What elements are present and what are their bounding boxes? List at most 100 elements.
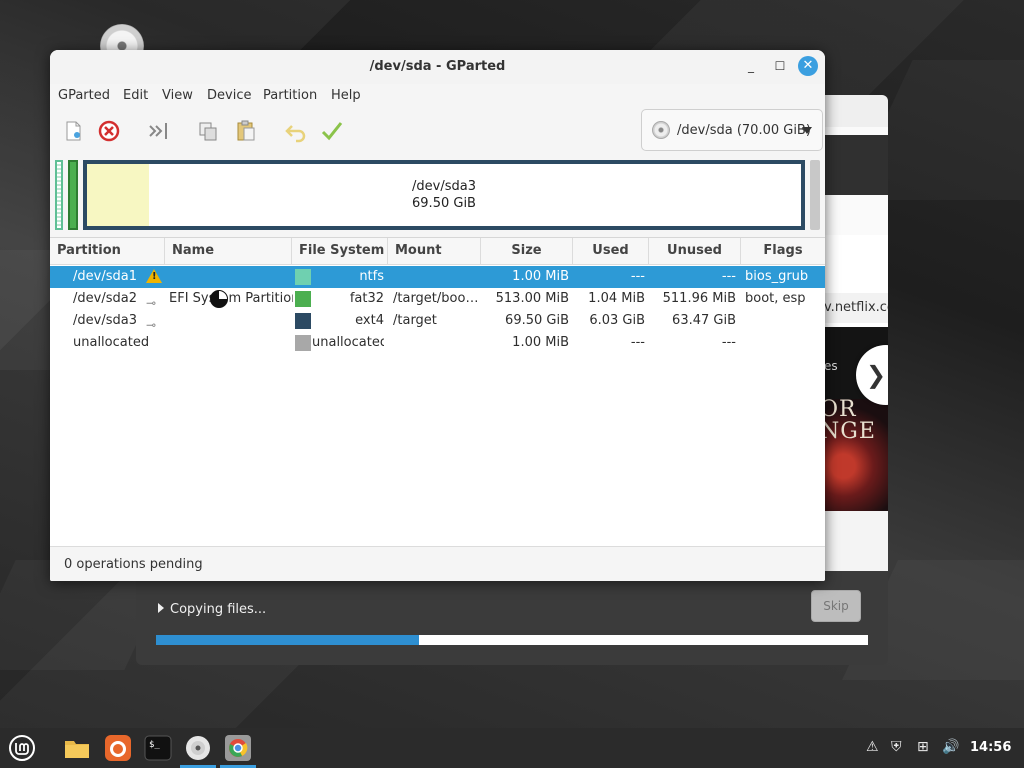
- undo-button[interactable]: [283, 118, 309, 144]
- column-unused[interactable]: Unused: [649, 238, 741, 264]
- taskbar: $_ ⚠ ⛨ ⊞ 🔊 14:56: [0, 728, 1024, 768]
- disk-map-sda1[interactable]: [55, 160, 63, 230]
- slide-caption: es: [824, 359, 838, 373]
- cell-filesystem: ntfs: [359, 269, 384, 284]
- table-row[interactable]: /dev/sda2 ⊸ EFI System Partition fat32 /…: [50, 288, 825, 310]
- chromium-icon: [225, 735, 251, 761]
- disk-map-sda2[interactable]: [68, 160, 78, 230]
- install-progress-fill: [156, 635, 419, 645]
- menu-help[interactable]: Help: [331, 88, 361, 103]
- cell-mount-point: [393, 266, 479, 288]
- cell-name: [169, 266, 287, 288]
- disk-map-sda3[interactable]: /dev/sda3 69.50 GiB: [83, 160, 805, 230]
- column-name[interactable]: Name: [165, 238, 292, 264]
- terminal-button[interactable]: $_: [144, 734, 172, 762]
- column-size[interactable]: Size: [481, 238, 573, 264]
- titlebar[interactable]: /dev/sda - GParted _ ☐ ✕: [50, 50, 825, 84]
- install-status[interactable]: Copying files...: [158, 602, 266, 617]
- filesystem-color-swatch: [295, 313, 311, 329]
- paste-icon: [237, 120, 255, 141]
- column-file-system[interactable]: File System: [292, 238, 388, 264]
- maximize-icon: ☐: [774, 59, 786, 73]
- network-icon[interactable]: ⊞: [917, 739, 929, 755]
- files-icon: [65, 741, 89, 758]
- cell-partition: /dev/sda2: [73, 291, 137, 306]
- chromium-button[interactable]: [224, 734, 252, 762]
- cell-mount-point: /target/boo…: [393, 291, 479, 306]
- paste-button[interactable]: [233, 118, 259, 144]
- mint-menu-icon: [9, 735, 35, 761]
- operations-pending-text: 0 operations pending: [64, 557, 203, 572]
- cell-partition: /dev/sda3: [73, 313, 137, 328]
- svg-text:$_: $_: [149, 740, 160, 750]
- cell-name: EFI System Partition: [169, 291, 293, 306]
- terminal-icon: $_: [144, 735, 172, 761]
- files-button[interactable]: [63, 734, 91, 762]
- column-mount-point[interactable]: Mount Point: [388, 238, 481, 284]
- movie-art-title: OR NGE: [824, 397, 876, 444]
- column-flags[interactable]: Flags: [741, 238, 825, 264]
- delete-button[interactable]: [96, 118, 122, 144]
- cell-filesystem: fat32: [349, 291, 384, 306]
- copy-button[interactable]: [195, 118, 221, 144]
- column-used[interactable]: Used: [573, 238, 649, 264]
- menu-device[interactable]: Device: [207, 88, 251, 103]
- cell-flags: [745, 332, 825, 354]
- new-partition-button[interactable]: [60, 118, 86, 144]
- disk-map-partition-name: /dev/sda3: [412, 179, 476, 194]
- disk-map: /dev/sda3 69.50 GiB: [50, 154, 825, 234]
- cell-unused: 511.96 MiB: [662, 291, 736, 306]
- maximize-button[interactable]: ☐: [770, 56, 790, 76]
- cell-name: [169, 310, 287, 332]
- skip-button[interactable]: Skip: [811, 590, 861, 622]
- installer-disc-icon: [186, 736, 210, 760]
- disk-icon: [652, 121, 670, 139]
- apply-button[interactable]: [319, 118, 345, 144]
- mint-menu-button[interactable]: [8, 734, 36, 762]
- delete-icon: [98, 120, 120, 142]
- table-row[interactable]: unallocated unallocated 1.00 MiB --- ---: [50, 332, 825, 354]
- minimize-icon: _: [748, 59, 754, 73]
- table-header: Partition Name File System Mount Point S…: [50, 238, 825, 284]
- firefox-button[interactable]: [104, 734, 132, 762]
- cell-partition: /dev/sda1: [73, 269, 137, 284]
- menu-partition[interactable]: Partition: [263, 88, 317, 103]
- cell-size: 513.00 MiB: [495, 291, 569, 306]
- disk-map-unallocated[interactable]: [810, 160, 820, 230]
- cell-unused: ---: [721, 269, 736, 284]
- shield-icon[interactable]: ⛨: [891, 739, 902, 755]
- filesystem-color-swatch: [295, 269, 311, 285]
- close-button[interactable]: ✕: [798, 56, 818, 76]
- menu-edit[interactable]: Edit: [123, 88, 148, 103]
- cell-filesystem: ext4: [355, 313, 384, 328]
- cell-mount-point: /target: [393, 313, 437, 328]
- minimize-button[interactable]: _: [741, 56, 761, 76]
- busy-cursor-icon: [210, 290, 228, 308]
- cell-name: [169, 332, 287, 354]
- cell-size: 69.50 GiB: [505, 313, 569, 328]
- volume-icon[interactable]: 🔊: [942, 739, 959, 755]
- table-row[interactable]: /dev/sda3 ⊸ ext4 /target 69.50 GiB 6.03 …: [50, 310, 825, 332]
- notification-icon[interactable]: ⚠: [866, 739, 879, 755]
- copy-icon: [199, 122, 217, 141]
- cell-partition: unallocated: [73, 335, 150, 350]
- device-selector[interactable]: /dev/sda (70.00 GiB): [641, 109, 823, 151]
- table-row[interactable]: /dev/sda1 ! ntfs 1.00 MiB --- --- bios_g…: [50, 266, 825, 288]
- close-icon: ✕: [802, 58, 814, 73]
- menu-gparted[interactable]: GParted: [58, 88, 110, 103]
- install-status-text: Copying files...: [170, 602, 267, 617]
- resize-move-button[interactable]: [146, 118, 172, 144]
- firefox-icon: [105, 735, 131, 761]
- column-partition[interactable]: Partition: [50, 238, 165, 264]
- cell-used: ---: [630, 269, 645, 284]
- movie-art: OR NGE: [824, 399, 888, 511]
- chevron-down-icon: [802, 127, 812, 134]
- installer-slide-header: [824, 135, 888, 195]
- cell-unused: 63.47 GiB: [672, 313, 736, 328]
- expand-triangle-icon: [158, 603, 164, 613]
- installer-button[interactable]: [184, 734, 212, 762]
- menu-view[interactable]: View: [162, 88, 193, 103]
- clock[interactable]: 14:56: [970, 740, 1011, 755]
- partition-table: Partition Name File System Mount Point S…: [50, 237, 825, 546]
- menubar: GParted Edit View Device Partition Help: [50, 84, 825, 108]
